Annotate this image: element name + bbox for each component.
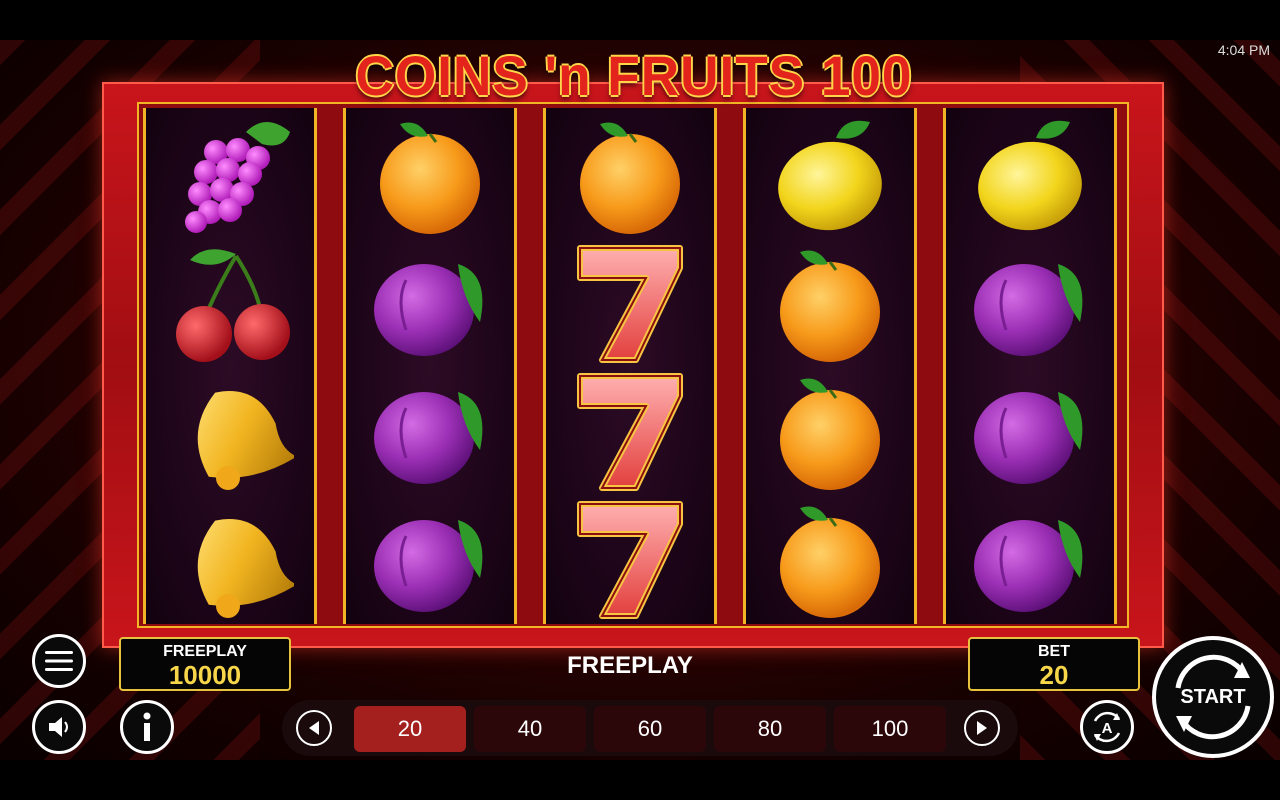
start-label: START xyxy=(1180,685,1246,708)
bet-prev-button[interactable] xyxy=(296,710,332,746)
plum-icon xyxy=(346,368,514,496)
plum-icon xyxy=(946,240,1114,368)
reel-5 xyxy=(943,108,1117,624)
bet-panel: BET 20 xyxy=(968,637,1140,691)
plum-icon xyxy=(946,368,1114,496)
orange-icon xyxy=(746,368,914,496)
seven-icon xyxy=(546,496,714,624)
info-icon xyxy=(143,712,151,741)
plum-icon xyxy=(346,240,514,368)
arrow-left-icon xyxy=(309,721,319,735)
info-button[interactable] xyxy=(120,700,174,754)
menu-button[interactable] xyxy=(32,634,86,688)
bet-selector: 20 40 60 80 100 xyxy=(282,700,1018,756)
status-text: FREEPLAY xyxy=(567,652,693,679)
bell-icon xyxy=(146,368,314,496)
reel-3 xyxy=(543,108,717,624)
balance-label: FREEPLAY xyxy=(163,643,247,660)
grapes-icon xyxy=(146,112,314,240)
svg-text:A: A xyxy=(1102,720,1113,737)
orange-icon xyxy=(746,240,914,368)
arrow-right-icon xyxy=(977,721,987,735)
status-time: 4:04 PM xyxy=(1217,42,1270,58)
autoplay-icon: A xyxy=(1093,711,1121,743)
bell-icon xyxy=(146,496,314,624)
autoplay-button[interactable]: A xyxy=(1080,700,1134,754)
plum-icon xyxy=(946,496,1114,624)
seven-icon xyxy=(546,240,714,368)
hamburger-icon xyxy=(45,651,73,671)
reel-4 xyxy=(743,108,917,624)
lemon-icon xyxy=(946,112,1114,240)
bet-label: BET xyxy=(1038,643,1070,660)
orange-icon xyxy=(746,496,914,624)
reels-area xyxy=(137,102,1129,628)
reel-2 xyxy=(343,108,517,624)
bet-value: 20 xyxy=(1039,660,1069,690)
reel-1 xyxy=(143,108,317,624)
bet-next-button[interactable] xyxy=(964,710,1000,746)
bet-option-1[interactable]: 20 xyxy=(354,706,466,752)
plum-icon xyxy=(346,496,514,624)
bet-option-3[interactable]: 60 xyxy=(594,706,706,752)
orange-icon xyxy=(346,112,514,240)
orange-icon xyxy=(546,112,714,240)
game-title: COINS 'n FRUITS 100 xyxy=(355,43,913,107)
bet-option-2[interactable]: 40 xyxy=(474,706,586,752)
balance-panel: FREEPLAY 10000 xyxy=(119,637,291,691)
balance-value: 10000 xyxy=(168,660,242,690)
bet-option-4[interactable]: 80 xyxy=(714,706,826,752)
speaker-icon xyxy=(49,717,68,737)
seven-icon xyxy=(546,368,714,496)
sound-button[interactable] xyxy=(32,700,86,754)
start-button[interactable]: START xyxy=(1152,636,1274,758)
lemon-icon xyxy=(746,112,914,240)
bet-option-5[interactable]: 100 xyxy=(834,706,946,752)
cherries-icon xyxy=(146,240,314,368)
